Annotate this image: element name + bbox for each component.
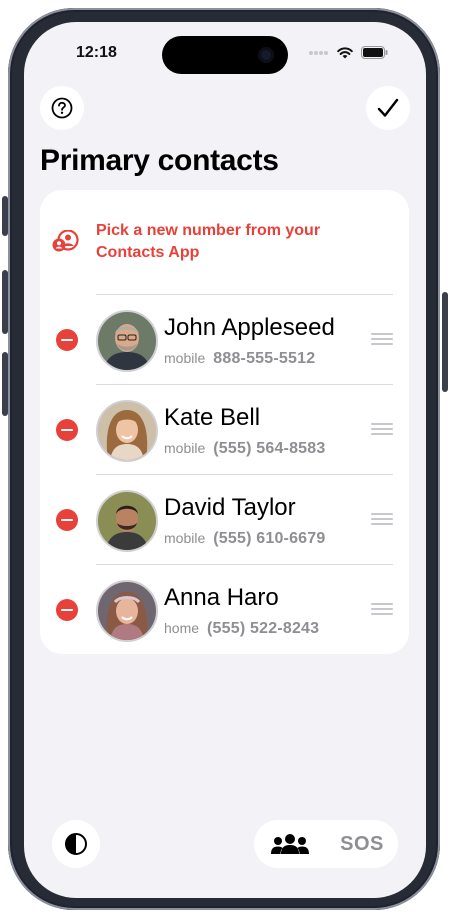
avatar — [96, 310, 158, 372]
phone-label: home — [164, 620, 200, 636]
reorder-handle-icon[interactable] — [371, 423, 393, 435]
contacts-app-icon — [52, 230, 79, 252]
pick-contact-row[interactable]: Pick a new number from your Contacts App — [40, 190, 409, 294]
contact-row[interactable]: Kate Bell mobile (555) 564-8583 — [40, 384, 409, 474]
contrast-icon — [65, 833, 87, 855]
phone-number: (555) 610-6679 — [213, 530, 326, 547]
power-button — [442, 292, 448, 392]
theme-toggle-button[interactable] — [52, 820, 100, 868]
page-title: Primary contacts — [40, 144, 279, 177]
contact-phone-line: mobile 888-555-5512 — [164, 350, 315, 368]
contact-name: Kate Bell — [164, 404, 261, 431]
contact-phone-line: mobile (555) 610-6679 — [164, 530, 325, 548]
remove-contact-button[interactable] — [56, 599, 78, 621]
mode-segmented-control: SOS — [254, 820, 398, 868]
remove-contact-button[interactable] — [56, 329, 78, 351]
segment-contacts[interactable] — [254, 820, 326, 868]
reorder-handle-icon[interactable] — [371, 333, 393, 345]
contact-row[interactable]: John Appleseed mobile 888-555-5512 — [40, 294, 409, 384]
remove-contact-button[interactable] — [56, 509, 78, 531]
status-bar: 12:18 — [24, 22, 426, 82]
phone-label: mobile — [164, 530, 206, 546]
phone-number: (555) 522-8243 — [207, 620, 320, 637]
checkmark-icon — [377, 98, 399, 117]
avatar — [96, 400, 158, 462]
question-circle-icon — [51, 97, 73, 119]
contact-name: David Taylor — [164, 494, 296, 521]
avatar — [96, 580, 158, 642]
app-screen: 12:18 Primary contacts Pick a new number… — [24, 22, 426, 898]
camera-icon — [258, 47, 274, 63]
remove-contact-button[interactable] — [56, 419, 78, 441]
phone-label: mobile — [164, 440, 206, 456]
contact-row[interactable]: Anna Haro home (555) 522-8243 — [40, 564, 409, 654]
people-icon — [271, 834, 309, 854]
segment-sos[interactable]: SOS — [326, 820, 398, 868]
help-button[interactable] — [40, 86, 84, 130]
contact-name: John Appleseed — [164, 314, 335, 341]
avatar — [96, 490, 158, 552]
contact-row[interactable]: David Taylor mobile (555) 610-6679 — [40, 474, 409, 564]
status-time: 12:18 — [76, 44, 117, 61]
done-button[interactable] — [366, 86, 410, 130]
volume-up-button — [2, 270, 8, 334]
signal-icon — [309, 50, 328, 55]
reorder-handle-icon[interactable] — [371, 513, 393, 525]
volume-down-button — [2, 352, 8, 416]
contact-phone-line: mobile (555) 564-8583 — [164, 440, 325, 458]
action-button — [2, 196, 8, 236]
phone-number: 888-555-5512 — [213, 350, 316, 367]
reorder-handle-icon[interactable] — [371, 603, 393, 615]
wifi-icon — [337, 46, 353, 58]
contacts-card: Pick a new number from your Contacts App… — [40, 190, 409, 654]
battery-icon — [361, 46, 388, 59]
contact-name: Anna Haro — [164, 584, 279, 611]
dynamic-island — [162, 36, 288, 74]
phone-number: (555) 564-8583 — [213, 440, 326, 457]
pick-contact-label: Pick a new number from your Contacts App — [96, 222, 321, 261]
contact-phone-line: home (555) 522-8243 — [164, 620, 319, 638]
status-icons — [309, 46, 388, 59]
phone-label: mobile — [164, 350, 206, 366]
